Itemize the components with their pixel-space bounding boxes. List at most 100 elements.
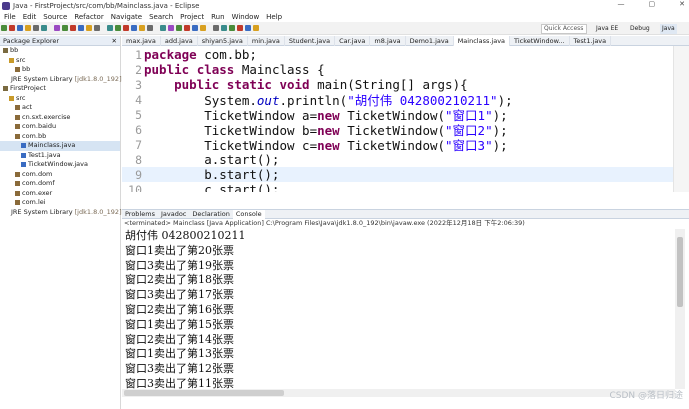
tab-javadoc[interactable]: Javadoc xyxy=(158,210,189,219)
perspective-java[interactable]: Java xyxy=(660,24,677,34)
tree-item[interactable]: src xyxy=(0,94,120,104)
package-explorer: Package Explorer ✕ bb src bb JRE System Lib… xyxy=(0,36,122,409)
code-line[interactable]: 10 c.start(); xyxy=(122,182,673,192)
menu-help[interactable]: Help xyxy=(266,13,282,21)
editor-overview-ruler xyxy=(673,46,689,192)
tree-item[interactable]: cn.sxt.exercise xyxy=(0,113,120,123)
tree-item[interactable]: com.exer xyxy=(0,189,120,199)
editor-tab[interactable]: max.java xyxy=(122,35,161,46)
tree-item[interactable]: com.baidu xyxy=(0,122,120,132)
console-line: 窗口2卖出了第14张票 xyxy=(125,332,234,346)
console-output[interactable]: 胡付伟 042800210211 窗口1卖出了第20张票 窗口3卖出了第19张票 窗口… xyxy=(122,229,675,389)
perspective-java-ee[interactable]: Java EE xyxy=(594,24,620,34)
menu-window[interactable]: Window xyxy=(232,13,260,21)
code-line[interactable]: 2 public class Mainclass { xyxy=(122,62,673,77)
toolbar-button-icon[interactable] xyxy=(9,25,15,31)
toolbar-button-icon[interactable] xyxy=(115,25,121,31)
toolbar-button-icon[interactable] xyxy=(229,25,235,31)
tree-item[interactable]: bb xyxy=(0,65,120,75)
editor-tab[interactable]: m8.java xyxy=(370,35,406,46)
perspective-debug[interactable]: Debug xyxy=(628,24,652,34)
menu-refactor[interactable]: Refactor xyxy=(74,13,103,21)
toolbar-button-icon[interactable] xyxy=(176,25,182,31)
tree-item-label: com.baidu xyxy=(22,122,57,130)
toolbar-button-icon[interactable] xyxy=(192,25,198,31)
tree-item[interactable]: JRE System Library [jdk1.8.0_192] xyxy=(0,207,122,218)
menu-search[interactable]: Search xyxy=(149,13,173,21)
code-line[interactable]: 7 TicketWindow c=new TicketWindow("窗口3")… xyxy=(122,137,673,154)
menu-file[interactable]: File xyxy=(4,13,16,21)
toolbar-button-icon[interactable] xyxy=(94,25,100,31)
tree-item[interactable]: com.lei xyxy=(0,198,120,208)
console-horizontal-scrollbar[interactable] xyxy=(122,389,675,397)
toolbar-button-icon[interactable] xyxy=(1,25,7,31)
tree-item[interactable]: Test1.java xyxy=(0,151,120,161)
scrollbar-thumb[interactable] xyxy=(677,237,683,307)
editor-tab[interactable]: Student.java xyxy=(285,35,336,46)
toolbar-button-icon[interactable] xyxy=(147,25,153,31)
toolbar-button-icon[interactable] xyxy=(123,25,129,31)
toolbar-button-icon[interactable] xyxy=(237,25,243,31)
tab-console[interactable]: Console xyxy=(232,209,265,219)
code-line[interactable]: 9 b.start(); xyxy=(122,167,673,182)
line-number: 5 xyxy=(135,107,142,122)
menu-navigate[interactable]: Navigate xyxy=(111,13,142,21)
toolbar-button-icon[interactable] xyxy=(86,25,92,31)
tree-item[interactable]: com.dom xyxy=(0,170,120,180)
tree-item[interactable]: bb xyxy=(0,46,120,56)
tree-item[interactable]: com.bb xyxy=(0,132,120,142)
menu-source[interactable]: Source xyxy=(43,13,67,21)
toolbar-button-icon[interactable] xyxy=(184,25,190,31)
menu-edit[interactable]: Edit xyxy=(23,13,37,21)
tab-problems[interactable]: Problems xyxy=(122,210,158,219)
toolbar-button-icon[interactable] xyxy=(78,25,84,31)
toolbar-button-icon[interactable] xyxy=(107,25,113,31)
toolbar-button-icon[interactable] xyxy=(253,25,259,31)
tree-item[interactable]: src xyxy=(0,56,120,66)
editor-tab[interactable]: min.java xyxy=(248,35,285,46)
tree-item-label: JRE System Library xyxy=(11,207,73,216)
editor-tab[interactable]: Test1.java xyxy=(570,35,612,46)
tree-item[interactable]: com.domf xyxy=(0,179,120,189)
editor-tab[interactable]: TicketWindow... xyxy=(510,35,570,46)
tree-item[interactable]: act xyxy=(0,103,120,113)
code-line[interactable]: 8 a.start(); xyxy=(122,152,673,167)
editor-tab[interactable]: shiyan5.java xyxy=(198,35,248,46)
close-button[interactable]: ✕ xyxy=(679,0,685,8)
editor-tab[interactable]: Mainclass.java xyxy=(453,35,511,46)
menu-run[interactable]: Run xyxy=(211,13,224,21)
tree-item[interactable]: JRE System Library [jdk1.8.0_192] xyxy=(0,75,122,85)
toolbar-button-icon[interactable] xyxy=(54,25,60,31)
toolbar-button-icon[interactable] xyxy=(139,25,145,31)
toolbar-button-icon[interactable] xyxy=(213,25,219,31)
editor-tab[interactable]: Car.java xyxy=(335,35,371,46)
toolbar-button-icon[interactable] xyxy=(33,25,39,31)
tree-item[interactable]: Mainclass.java xyxy=(0,141,120,151)
menu-project[interactable]: Project xyxy=(180,13,204,21)
toolbar-button-icon[interactable] xyxy=(221,25,227,31)
toolbar-button-icon[interactable] xyxy=(70,25,76,31)
toolbar-button-icon[interactable] xyxy=(160,25,166,31)
toolbar-button-icon[interactable] xyxy=(131,25,137,31)
maximize-button[interactable]: ▢ xyxy=(649,0,656,8)
toolbar-button-icon[interactable] xyxy=(245,25,251,31)
toolbar-button-icon[interactable] xyxy=(200,25,206,31)
minimize-button[interactable]: — xyxy=(618,0,625,8)
close-icon[interactable]: ✕ xyxy=(112,36,117,46)
code-line[interactable]: 1 package com.bb; xyxy=(122,47,673,62)
toolbar-button-icon[interactable] xyxy=(17,25,23,31)
toolbar-button-icon[interactable] xyxy=(168,25,174,31)
tab-declaration[interactable]: Declaration xyxy=(189,210,232,219)
editor-tab[interactable]: add.java xyxy=(161,35,198,46)
tree-item[interactable]: FirstProject xyxy=(0,84,120,94)
toolbar-button-icon[interactable] xyxy=(62,25,68,31)
editor-tab[interactable]: Demo1.java xyxy=(406,35,454,46)
toolbar-button-icon[interactable] xyxy=(41,25,47,31)
tree-item[interactable]: TicketWindow.java xyxy=(0,160,120,170)
quick-access-input[interactable]: Quick Access xyxy=(541,24,587,34)
scrollbar-thumb[interactable] xyxy=(124,390,284,396)
console-vertical-scrollbar[interactable] xyxy=(675,229,685,389)
tree-item-label: bb xyxy=(22,65,31,73)
code-editor[interactable]: 1 package com.bb; 2 public class Mainclass … xyxy=(122,46,673,192)
toolbar-button-icon[interactable] xyxy=(25,25,31,31)
